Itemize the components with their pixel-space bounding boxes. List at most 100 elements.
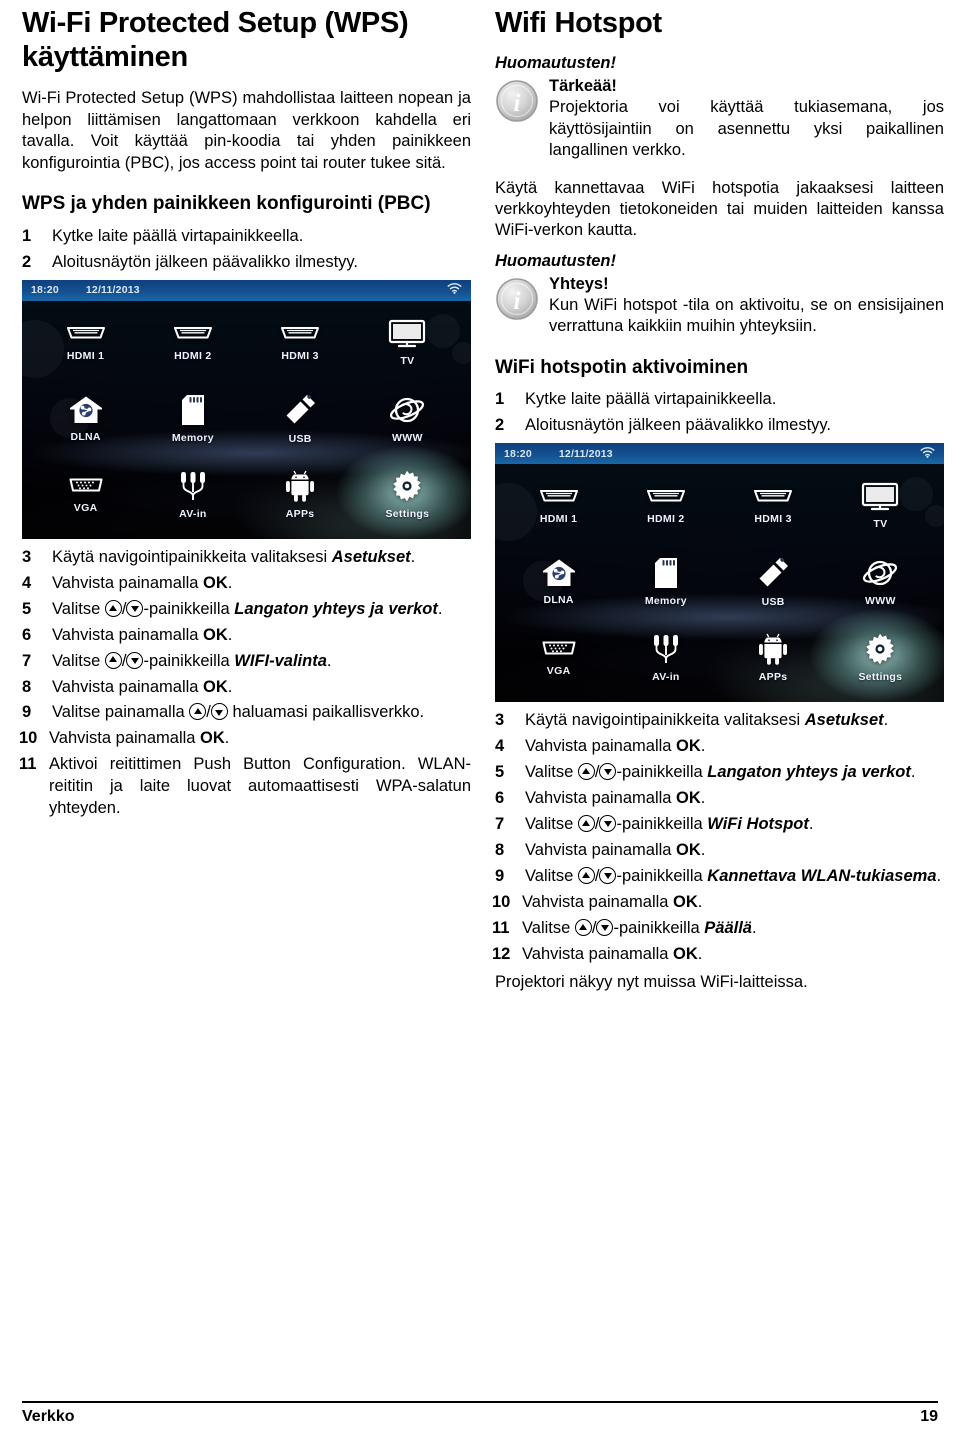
step-emphasis: OK <box>203 573 228 592</box>
menu-tile-hdmi-1[interactable]: HDMI 1 <box>32 305 139 381</box>
status-time: 18:20 <box>31 284 59 297</box>
nav-down-key-icon[interactable] <box>596 918 614 936</box>
step-number: 4 <box>22 573 32 592</box>
step-number: 4 <box>495 737 505 756</box>
menu-tile-tv[interactable]: TV <box>827 468 934 544</box>
step-text: Vahvista painamalla OK. <box>52 573 233 592</box>
right-paragraph: Käytä kannettavaa WiFi hotspotia jakaaks… <box>495 178 944 240</box>
menu-tile-hdmi-2[interactable]: HDMI 2 <box>139 305 246 381</box>
menu-tile-label: HDMI 3 <box>754 513 792 526</box>
menu-tile-tv[interactable]: TV <box>354 305 461 381</box>
gear-settings-icon <box>391 470 423 502</box>
hdmi-port-icon <box>279 324 321 344</box>
step-number: 1 <box>22 226 32 245</box>
nav-down-key-icon[interactable] <box>126 599 144 617</box>
note-body-1: Tärkeää! Projektoria voi käyttää tukiase… <box>549 77 944 161</box>
note-text-1: Projektoria voi käyttää tukiasemana, jos… <box>549 98 944 160</box>
screenshot-status-bar: 18:20 12/11/2013 <box>495 443 944 465</box>
footer-divider <box>22 1401 938 1403</box>
menu-tile-hdmi-2[interactable]: HDMI 2 <box>612 468 719 544</box>
note-heading-2: Yhteys! <box>549 274 609 293</box>
step-number: 6 <box>495 789 505 808</box>
menu-tile-hdmi-3[interactable]: HDMI 3 <box>247 305 354 381</box>
nav-down-key-icon[interactable] <box>599 763 617 781</box>
hdmi-port-icon <box>65 324 107 344</box>
list-item: 5 Valitse / -painikkeilla Langaton yhteys … <box>495 762 944 784</box>
av-cable-icon <box>650 633 682 665</box>
step-emphasis: OK <box>200 729 225 748</box>
step-number: 10 <box>19 729 38 748</box>
nav-down-key-icon[interactable] <box>599 866 617 884</box>
nav-up-key-icon[interactable] <box>104 651 122 669</box>
nav-down-key-icon[interactable] <box>126 651 144 669</box>
menu-tile-settings[interactable]: Settings <box>354 457 461 533</box>
menu-tile-vga[interactable]: VGA <box>505 620 612 696</box>
step-number: 10 <box>492 892 511 911</box>
list-item: 7 Valitse / -painikkeilla WIFI-valinta. <box>22 651 471 673</box>
step-text: Vahvista painamalla OK. <box>49 729 230 748</box>
list-item: 6 Vahvista painamalla OK. <box>495 788 944 810</box>
menu-tile-av-in[interactable]: AV-in <box>139 457 246 533</box>
step-emphasis: Langaton yhteys ja verkot <box>234 599 438 618</box>
gear-settings-icon <box>864 633 896 665</box>
step-text: Valitse / -painikkeilla Langaton yhteys j… <box>525 763 916 782</box>
nav-up-key-icon[interactable] <box>577 763 595 781</box>
menu-tile-label: Memory <box>171 431 214 444</box>
list-item: 8 Vahvista painamalla OK. <box>22 677 471 699</box>
step-text: Valitse / -painikkeilla Päällä. <box>522 918 757 937</box>
svg-text:i: i <box>514 288 521 315</box>
left-steps-bottom: 3 Käytä navigointipainikkeita valitaksesi… <box>19 547 471 820</box>
android-robot-icon <box>285 470 315 502</box>
menu-tile-label: WWW <box>865 595 896 608</box>
nav-up-key-icon[interactable] <box>577 866 595 884</box>
hdmi-port-icon <box>645 487 687 507</box>
menu-tile-grid: HDMI 1 HDMI 2 HDMI 3 TV DLNA Memory USB … <box>495 464 944 702</box>
television-icon <box>860 482 900 512</box>
menu-tile-label: Settings <box>858 671 903 684</box>
menu-tile-usb[interactable]: USB <box>247 381 354 457</box>
sd-memory-card-icon <box>180 394 206 426</box>
menu-tile-label: TV <box>873 518 888 531</box>
menu-tile-settings[interactable]: Settings <box>827 620 934 696</box>
menu-tile-vga[interactable]: VGA <box>32 457 139 533</box>
right-steps-bottom: 3 Käytä navigointipainikkeita valitaksesi… <box>492 710 944 965</box>
menu-tile-memory[interactable]: Memory <box>139 381 246 457</box>
nav-up-key-icon[interactable] <box>189 703 207 721</box>
step-emphasis: OK <box>676 737 701 756</box>
menu-tile-dlna[interactable]: DLNA <box>505 544 612 620</box>
status-date: 12/11/2013 <box>558 447 613 460</box>
menu-tile-hdmi-1[interactable]: HDMI 1 <box>505 468 612 544</box>
nav-up-key-icon[interactable] <box>574 918 592 936</box>
nav-up-key-icon[interactable] <box>577 815 595 833</box>
list-item: 7 Valitse / -painikkeilla WiFi Hotspot. <box>495 814 944 836</box>
list-item: 9 Valitse painamalla / haluamasi paikalli… <box>22 702 471 724</box>
step-text: Vahvista painamalla OK. <box>525 789 706 808</box>
two-column-layout: Wi-Fi Protected Setup (WPS) käyttäminen … <box>19 0 944 994</box>
step-text: Aloitusnäytön jälkeen päävalikko ilmesty… <box>52 252 359 271</box>
menu-tile-dlna[interactable]: DLNA <box>32 381 139 457</box>
step-number: 8 <box>495 841 505 860</box>
nav-down-key-icon[interactable] <box>210 703 228 721</box>
vga-port-icon <box>66 476 106 496</box>
menu-tile-hdmi-3[interactable]: HDMI 3 <box>720 468 827 544</box>
screenshot-status-bar: 18:20 12/11/2013 <box>22 279 471 301</box>
menu-tile-av-in[interactable]: AV-in <box>612 620 719 696</box>
nav-down-key-icon[interactable] <box>599 815 617 833</box>
note-block-1: i Tärkeää! Projektoria voi käyttää tukia… <box>495 77 944 161</box>
list-item: 3 Käytä navigointipainikkeita valitaksesi… <box>22 547 471 569</box>
step-number: 8 <box>22 677 32 696</box>
step-number: 2 <box>22 252 32 271</box>
menu-tile-memory[interactable]: Memory <box>612 544 719 620</box>
step-emphasis: OK <box>673 892 698 911</box>
list-item: 10 Vahvista painamalla OK. <box>19 728 471 750</box>
step-text: Käytä navigointipainikkeita valitaksesi … <box>525 711 889 730</box>
step-text: Kytke laite päällä virtapainikkeella. <box>525 390 777 409</box>
step-text: Valitse / -painikkeilla WiFi Hotspot. <box>525 815 814 834</box>
step-text: Valitse painamalla / haluamasi paikallis… <box>52 703 425 722</box>
info-icon: i <box>495 79 539 123</box>
nav-up-key-icon[interactable] <box>104 599 122 617</box>
menu-tile-usb[interactable]: USB <box>720 544 827 620</box>
menu-tile-label: TV <box>400 354 415 367</box>
menu-tile-label: VGA <box>546 665 571 678</box>
note-block-2: i Yhteys! Kun WiFi hotspot -tila on akti… <box>495 275 944 338</box>
